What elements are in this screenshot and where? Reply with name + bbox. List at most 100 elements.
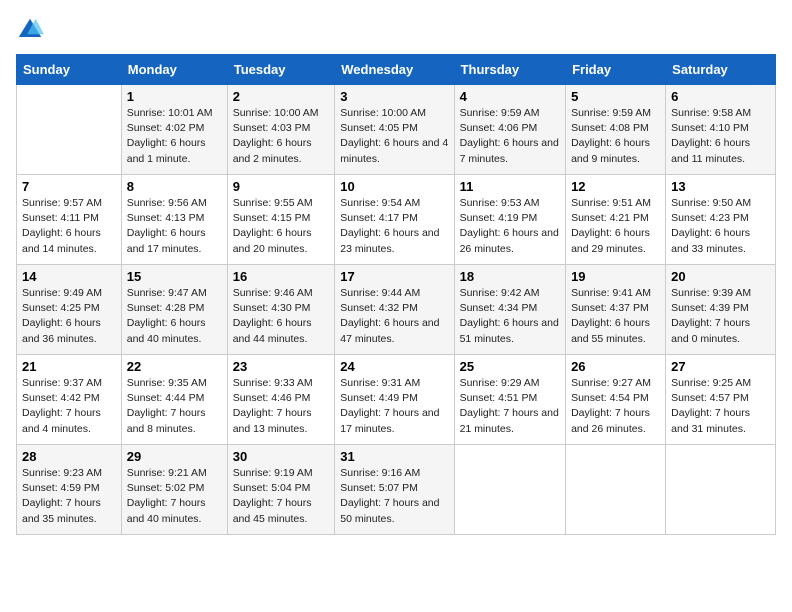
calendar-cell: 9 Sunrise: 9:55 AMSunset: 4:15 PMDayligh… (227, 175, 335, 265)
logo (16, 16, 48, 44)
day-number: 11 (460, 179, 560, 194)
day-info: Sunrise: 9:59 AMSunset: 4:08 PMDaylight:… (571, 107, 651, 165)
day-info: Sunrise: 9:31 AMSunset: 4:49 PMDaylight:… (340, 377, 439, 435)
calendar-cell: 31 Sunrise: 9:16 AMSunset: 5:07 PMDaylig… (335, 445, 454, 535)
calendar-cell: 19 Sunrise: 9:41 AMSunset: 4:37 PMDaylig… (566, 265, 666, 355)
calendar-cell: 18 Sunrise: 9:42 AMSunset: 4:34 PMDaylig… (454, 265, 565, 355)
header (16, 16, 776, 44)
calendar-cell: 13 Sunrise: 9:50 AMSunset: 4:23 PMDaylig… (666, 175, 776, 265)
week-row-2: 7 Sunrise: 9:57 AMSunset: 4:11 PMDayligh… (17, 175, 776, 265)
day-number: 26 (571, 359, 660, 374)
day-info: Sunrise: 9:16 AMSunset: 5:07 PMDaylight:… (340, 467, 439, 525)
calendar-cell: 4 Sunrise: 9:59 AMSunset: 4:06 PMDayligh… (454, 85, 565, 175)
calendar-cell: 22 Sunrise: 9:35 AMSunset: 4:44 PMDaylig… (121, 355, 227, 445)
calendar-cell: 26 Sunrise: 9:27 AMSunset: 4:54 PMDaylig… (566, 355, 666, 445)
calendar-cell (566, 445, 666, 535)
calendar-cell: 12 Sunrise: 9:51 AMSunset: 4:21 PMDaylig… (566, 175, 666, 265)
day-info: Sunrise: 9:33 AMSunset: 4:46 PMDaylight:… (233, 377, 313, 435)
day-number: 28 (22, 449, 116, 464)
week-row-1: 1 Sunrise: 10:01 AMSunset: 4:02 PMDaylig… (17, 85, 776, 175)
calendar-cell: 21 Sunrise: 9:37 AMSunset: 4:42 PMDaylig… (17, 355, 122, 445)
day-info: Sunrise: 9:39 AMSunset: 4:39 PMDaylight:… (671, 287, 751, 345)
day-info: Sunrise: 9:47 AMSunset: 4:28 PMDaylight:… (127, 287, 207, 345)
day-info: Sunrise: 10:00 AMSunset: 4:05 PMDaylight… (340, 107, 448, 165)
day-number: 3 (340, 89, 448, 104)
day-info: Sunrise: 9:21 AMSunset: 5:02 PMDaylight:… (127, 467, 207, 525)
calendar-cell: 16 Sunrise: 9:46 AMSunset: 4:30 PMDaylig… (227, 265, 335, 355)
calendar-cell (666, 445, 776, 535)
day-number: 17 (340, 269, 448, 284)
day-info: Sunrise: 9:56 AMSunset: 4:13 PMDaylight:… (127, 197, 207, 255)
weekday-header-monday: Monday (121, 55, 227, 85)
day-number: 20 (671, 269, 770, 284)
day-number: 2 (233, 89, 330, 104)
day-number: 5 (571, 89, 660, 104)
day-info: Sunrise: 9:46 AMSunset: 4:30 PMDaylight:… (233, 287, 313, 345)
calendar-cell: 11 Sunrise: 9:53 AMSunset: 4:19 PMDaylig… (454, 175, 565, 265)
day-info: Sunrise: 9:55 AMSunset: 4:15 PMDaylight:… (233, 197, 313, 255)
day-info: Sunrise: 9:58 AMSunset: 4:10 PMDaylight:… (671, 107, 751, 165)
day-info: Sunrise: 9:59 AMSunset: 4:06 PMDaylight:… (460, 107, 559, 165)
day-info: Sunrise: 10:01 AMSunset: 4:02 PMDaylight… (127, 107, 213, 165)
day-info: Sunrise: 9:49 AMSunset: 4:25 PMDaylight:… (22, 287, 102, 345)
calendar-cell (454, 445, 565, 535)
calendar-cell: 14 Sunrise: 9:49 AMSunset: 4:25 PMDaylig… (17, 265, 122, 355)
calendar-body: 1 Sunrise: 10:01 AMSunset: 4:02 PMDaylig… (17, 85, 776, 535)
weekday-header-thursday: Thursday (454, 55, 565, 85)
day-number: 22 (127, 359, 222, 374)
day-info: Sunrise: 9:42 AMSunset: 4:34 PMDaylight:… (460, 287, 559, 345)
calendar-cell: 20 Sunrise: 9:39 AMSunset: 4:39 PMDaylig… (666, 265, 776, 355)
calendar-cell: 25 Sunrise: 9:29 AMSunset: 4:51 PMDaylig… (454, 355, 565, 445)
day-info: Sunrise: 10:00 AMSunset: 4:03 PMDaylight… (233, 107, 319, 165)
day-number: 12 (571, 179, 660, 194)
weekday-header-wednesday: Wednesday (335, 55, 454, 85)
weekday-header-friday: Friday (566, 55, 666, 85)
day-number: 31 (340, 449, 448, 464)
logo-icon (16, 16, 44, 44)
calendar-cell: 1 Sunrise: 10:01 AMSunset: 4:02 PMDaylig… (121, 85, 227, 175)
day-number: 7 (22, 179, 116, 194)
day-info: Sunrise: 9:51 AMSunset: 4:21 PMDaylight:… (571, 197, 651, 255)
day-info: Sunrise: 9:25 AMSunset: 4:57 PMDaylight:… (671, 377, 751, 435)
weekday-header-sunday: Sunday (17, 55, 122, 85)
day-info: Sunrise: 9:27 AMSunset: 4:54 PMDaylight:… (571, 377, 651, 435)
day-info: Sunrise: 9:37 AMSunset: 4:42 PMDaylight:… (22, 377, 102, 435)
week-row-4: 21 Sunrise: 9:37 AMSunset: 4:42 PMDaylig… (17, 355, 776, 445)
day-info: Sunrise: 9:23 AMSunset: 4:59 PMDaylight:… (22, 467, 102, 525)
calendar-cell: 10 Sunrise: 9:54 AMSunset: 4:17 PMDaylig… (335, 175, 454, 265)
day-number: 15 (127, 269, 222, 284)
day-number: 13 (671, 179, 770, 194)
calendar-cell: 6 Sunrise: 9:58 AMSunset: 4:10 PMDayligh… (666, 85, 776, 175)
day-info: Sunrise: 9:41 AMSunset: 4:37 PMDaylight:… (571, 287, 651, 345)
day-info: Sunrise: 9:35 AMSunset: 4:44 PMDaylight:… (127, 377, 207, 435)
page-container: SundayMondayTuesdayWednesdayThursdayFrid… (16, 16, 776, 535)
day-number: 21 (22, 359, 116, 374)
calendar-cell: 15 Sunrise: 9:47 AMSunset: 4:28 PMDaylig… (121, 265, 227, 355)
day-number: 18 (460, 269, 560, 284)
calendar-header: SundayMondayTuesdayWednesdayThursdayFrid… (17, 55, 776, 85)
day-info: Sunrise: 9:29 AMSunset: 4:51 PMDaylight:… (460, 377, 559, 435)
day-number: 4 (460, 89, 560, 104)
calendar-table: SundayMondayTuesdayWednesdayThursdayFrid… (16, 54, 776, 535)
day-number: 14 (22, 269, 116, 284)
week-row-5: 28 Sunrise: 9:23 AMSunset: 4:59 PMDaylig… (17, 445, 776, 535)
day-number: 29 (127, 449, 222, 464)
weekday-header-tuesday: Tuesday (227, 55, 335, 85)
day-info: Sunrise: 9:53 AMSunset: 4:19 PMDaylight:… (460, 197, 559, 255)
calendar-cell: 27 Sunrise: 9:25 AMSunset: 4:57 PMDaylig… (666, 355, 776, 445)
week-row-3: 14 Sunrise: 9:49 AMSunset: 4:25 PMDaylig… (17, 265, 776, 355)
calendar-cell (17, 85, 122, 175)
calendar-cell: 24 Sunrise: 9:31 AMSunset: 4:49 PMDaylig… (335, 355, 454, 445)
day-info: Sunrise: 9:54 AMSunset: 4:17 PMDaylight:… (340, 197, 439, 255)
calendar-cell: 29 Sunrise: 9:21 AMSunset: 5:02 PMDaylig… (121, 445, 227, 535)
day-number: 9 (233, 179, 330, 194)
day-info: Sunrise: 9:44 AMSunset: 4:32 PMDaylight:… (340, 287, 439, 345)
day-info: Sunrise: 9:19 AMSunset: 5:04 PMDaylight:… (233, 467, 313, 525)
calendar-cell: 7 Sunrise: 9:57 AMSunset: 4:11 PMDayligh… (17, 175, 122, 265)
day-number: 30 (233, 449, 330, 464)
calendar-cell: 23 Sunrise: 9:33 AMSunset: 4:46 PMDaylig… (227, 355, 335, 445)
day-info: Sunrise: 9:50 AMSunset: 4:23 PMDaylight:… (671, 197, 751, 255)
weekday-header-saturday: Saturday (666, 55, 776, 85)
day-number: 25 (460, 359, 560, 374)
day-number: 6 (671, 89, 770, 104)
